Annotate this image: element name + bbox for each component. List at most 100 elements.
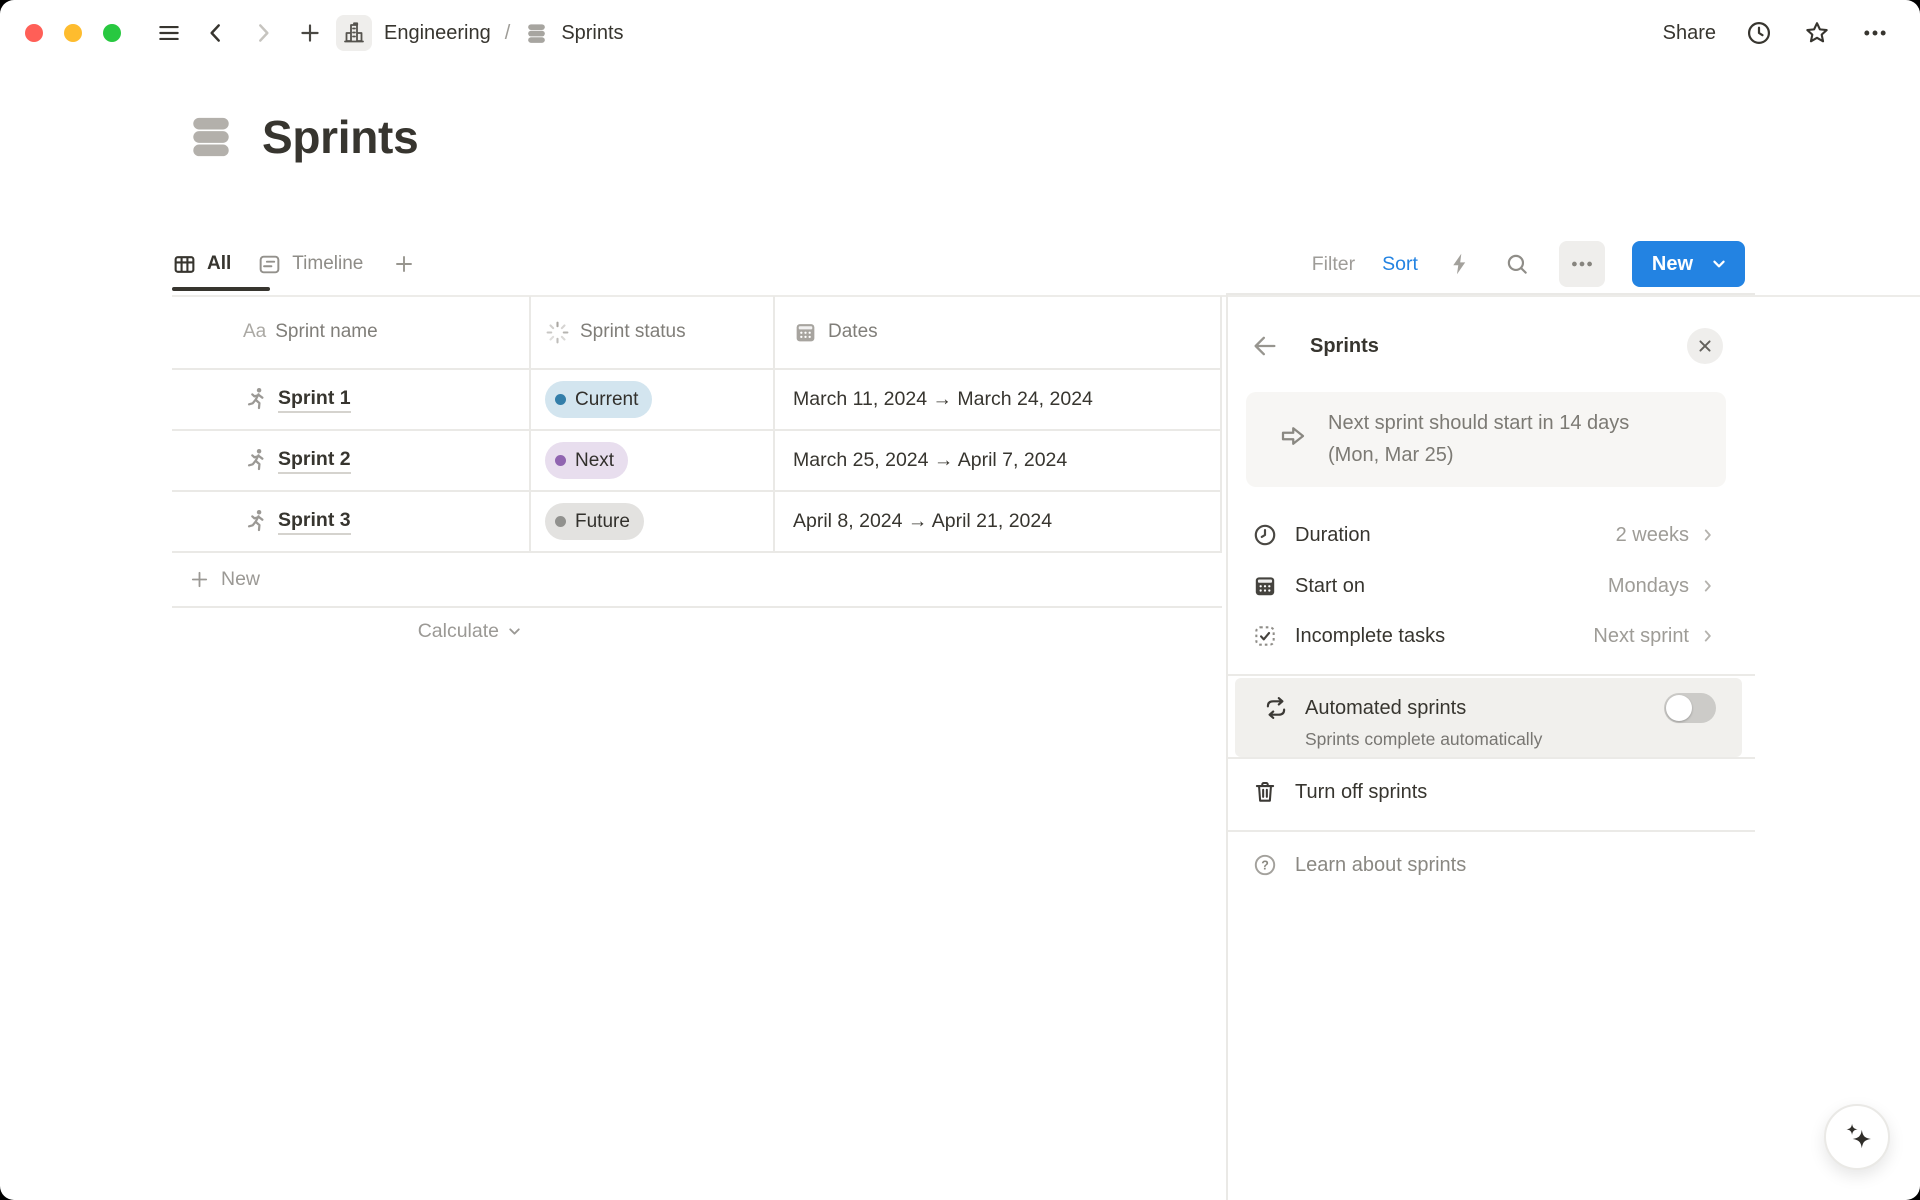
status-badge[interactable]: Next bbox=[545, 442, 628, 479]
trash-icon bbox=[1252, 779, 1278, 805]
table-header-row: Aa Sprint name Sprint status Dates bbox=[172, 296, 1222, 370]
chevron-right-icon bbox=[1697, 575, 1719, 597]
setting-value: Mondays bbox=[1608, 575, 1689, 598]
sidebar-menu-button[interactable] bbox=[154, 18, 184, 48]
panel-back-button[interactable] bbox=[1250, 331, 1280, 361]
table-row: Sprint 1 Current March 11, 2024 → March … bbox=[172, 370, 1222, 431]
sprints-table: Aa Sprint name Sprint status Dates Sprin… bbox=[172, 296, 1222, 654]
date-range: March 11, 2024 → March 24, 2024 bbox=[793, 388, 1093, 411]
search-button[interactable] bbox=[1502, 249, 1532, 279]
calculate-button[interactable]: Calculate bbox=[172, 608, 531, 654]
sprint-status-cell[interactable]: Next bbox=[531, 431, 775, 490]
page-title[interactable]: Sprints bbox=[262, 110, 418, 164]
page-database-icon[interactable] bbox=[186, 112, 236, 162]
table-row: Sprint 2 Next March 25, 2024 → April 7, … bbox=[172, 431, 1222, 492]
setting-label: Incomplete tasks bbox=[1295, 625, 1593, 648]
column-label: Dates bbox=[828, 321, 878, 343]
building-icon bbox=[342, 21, 366, 45]
dates-cell[interactable]: April 8, 2024 → April 21, 2024 bbox=[775, 492, 1222, 551]
setting-duration[interactable]: Duration 2 weeks bbox=[1228, 510, 1755, 560]
favorite-button[interactable] bbox=[1802, 18, 1832, 48]
sprint-page-link[interactable]: Sprint 2 bbox=[278, 448, 351, 474]
panel-close-button[interactable] bbox=[1687, 328, 1723, 364]
zoom-window-button[interactable] bbox=[103, 24, 121, 42]
status-badge[interactable]: Current bbox=[545, 381, 652, 418]
database-icon bbox=[524, 21, 549, 46]
setting-incomplete-tasks[interactable]: Incomplete tasks Next sprint bbox=[1228, 611, 1755, 661]
sprint-name-cell[interactable]: Sprint 3 bbox=[172, 492, 531, 551]
view-options-button[interactable] bbox=[1559, 241, 1605, 287]
breadcrumb-workspace[interactable]: Engineering bbox=[384, 22, 491, 45]
sprint-name-cell[interactable]: Sprint 1 bbox=[172, 370, 531, 429]
chevron-right-icon bbox=[1697, 524, 1719, 546]
chevron-right-icon bbox=[1697, 625, 1719, 647]
more-options-button[interactable] bbox=[1860, 18, 1890, 48]
setting-start-on[interactable]: Start on Mondays bbox=[1228, 561, 1755, 611]
new-page-button[interactable] bbox=[295, 18, 325, 48]
automated-sprints-description: Sprints complete automatically bbox=[1305, 729, 1542, 750]
chevron-down-icon bbox=[506, 623, 523, 640]
new-record-button[interactable]: New bbox=[1632, 241, 1745, 287]
arrow-left-icon bbox=[1251, 332, 1279, 360]
sort-button[interactable]: Sort bbox=[1382, 253, 1418, 276]
breadcrumb: Engineering / Sprints bbox=[336, 13, 624, 53]
notice-line2: (Mon, Mar 25) bbox=[1328, 439, 1629, 471]
status-label: Current bbox=[575, 389, 638, 411]
repeat-icon bbox=[1263, 695, 1289, 721]
plus-icon bbox=[392, 252, 416, 276]
status-dot bbox=[555, 516, 566, 527]
star-icon bbox=[1803, 19, 1831, 47]
nav-back-button[interactable] bbox=[201, 18, 231, 48]
dates-cell[interactable]: March 25, 2024 → April 7, 2024 bbox=[775, 431, 1222, 490]
tab-timeline[interactable]: Timeline bbox=[257, 252, 363, 277]
traffic-lights bbox=[25, 24, 121, 42]
tab-label: Timeline bbox=[292, 253, 363, 275]
sprint-status-cell[interactable]: Future bbox=[531, 492, 775, 551]
updates-button[interactable] bbox=[1744, 18, 1774, 48]
help-circle-icon: ? bbox=[1252, 852, 1278, 878]
hamburger-icon bbox=[156, 20, 182, 46]
next-sprint-notice: Next sprint should start in 14 days (Mon… bbox=[1246, 392, 1726, 487]
learn-about-sprints-label: Learn about sprints bbox=[1295, 854, 1466, 877]
sprint-page-link[interactable]: Sprint 3 bbox=[278, 509, 351, 535]
active-tab-underline bbox=[172, 287, 270, 291]
add-view-button[interactable] bbox=[389, 249, 419, 279]
minimize-window-button[interactable] bbox=[64, 24, 82, 42]
tab-all[interactable]: All bbox=[172, 252, 231, 277]
column-header-sprint-name[interactable]: Aa Sprint name bbox=[172, 296, 531, 368]
dashed-checkbox-icon bbox=[1252, 623, 1278, 649]
ai-assistant-button[interactable] bbox=[1824, 1104, 1890, 1170]
dates-cell[interactable]: March 11, 2024 → March 24, 2024 bbox=[775, 370, 1222, 429]
new-row-button[interactable]: New bbox=[172, 553, 1222, 608]
sprint-page-link[interactable]: Sprint 1 bbox=[278, 387, 351, 413]
turn-off-sprints-label: Turn off sprints bbox=[1295, 781, 1427, 804]
breadcrumb-page[interactable]: Sprints bbox=[561, 22, 623, 45]
automated-sprints-row[interactable]: Automated sprints Sprints complete autom… bbox=[1235, 678, 1742, 757]
sprint-status-cell[interactable]: Current bbox=[531, 370, 775, 429]
setting-label: Duration bbox=[1295, 524, 1616, 547]
column-header-dates[interactable]: Dates bbox=[775, 296, 1222, 368]
tab-label: All bbox=[207, 253, 231, 275]
column-label: Sprint name bbox=[275, 321, 377, 343]
workspace-badge[interactable] bbox=[336, 15, 372, 51]
status-dot bbox=[555, 455, 566, 466]
automations-button[interactable] bbox=[1445, 249, 1475, 279]
status-spinner-icon bbox=[545, 320, 570, 345]
automated-sprints-toggle[interactable] bbox=[1664, 693, 1716, 723]
learn-about-sprints-link[interactable]: ? Learn about sprints bbox=[1228, 843, 1755, 887]
filter-button[interactable]: Filter bbox=[1312, 253, 1355, 276]
status-dot bbox=[555, 394, 566, 405]
search-icon bbox=[1504, 251, 1530, 277]
share-button[interactable]: Share bbox=[1663, 22, 1716, 45]
new-row-label: New bbox=[221, 568, 260, 591]
calendar-icon bbox=[793, 320, 818, 345]
column-header-sprint-status[interactable]: Sprint status bbox=[531, 296, 775, 368]
turn-off-sprints-button[interactable]: Turn off sprints bbox=[1228, 770, 1755, 814]
chevron-down-icon bbox=[1708, 253, 1730, 275]
close-window-button[interactable] bbox=[25, 24, 43, 42]
panel-divider bbox=[1228, 830, 1755, 832]
chevron-right-icon bbox=[250, 20, 276, 46]
nav-forward-button[interactable] bbox=[248, 18, 278, 48]
status-badge[interactable]: Future bbox=[545, 503, 644, 540]
sprint-name-cell[interactable]: Sprint 2 bbox=[172, 431, 531, 490]
